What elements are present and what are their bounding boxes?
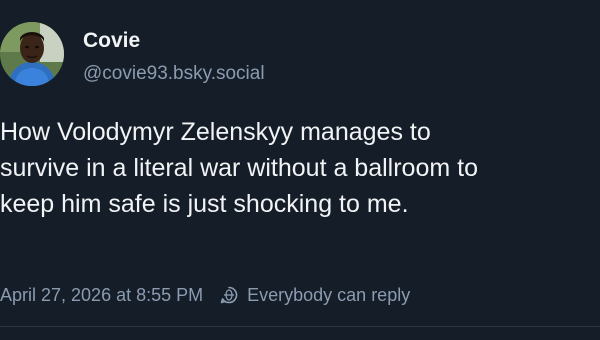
globe-chat-icon: [219, 285, 239, 305]
post: Covie @covie93.bsky.social How Volodymyr…: [0, 0, 600, 340]
post-text-line: How Volodymyr Zelenskyy manages to: [0, 118, 431, 146]
divider: [0, 326, 600, 327]
author-handle[interactable]: @covie93.bsky.social: [83, 62, 265, 86]
post-meta: April 27, 2026 at 8:55 PM Everybody can …: [0, 283, 410, 307]
post-text-line: survive in a literal war without a ballr…: [0, 154, 478, 182]
avatar[interactable]: [0, 22, 64, 86]
author-display-name[interactable]: Covie: [83, 28, 140, 54]
avatar-image: [0, 22, 64, 86]
post-text-line: keep him safe is just shocking to me.: [0, 190, 409, 218]
post-text: How Volodymyr Zelenskyy manages to survi…: [0, 114, 600, 222]
reply-setting-label[interactable]: Everybody can reply: [247, 285, 410, 306]
post-timestamp: April 27, 2026 at 8:55 PM: [0, 284, 204, 305]
